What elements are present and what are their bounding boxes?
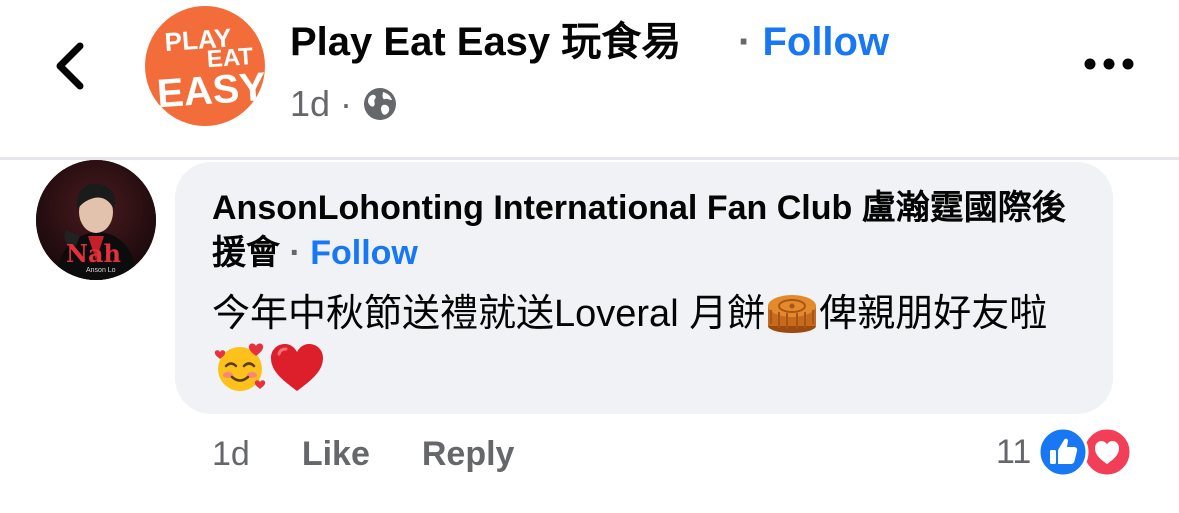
back-button[interactable] <box>50 38 94 94</box>
reply-button[interactable]: Reply <box>422 435 515 474</box>
more-horizontal-icon <box>1084 58 1134 70</box>
avatar-signature: Anson Lo <box>86 267 116 274</box>
comment-actions: 1d Like Reply <box>212 430 566 478</box>
post-time[interactable]: 1d <box>290 83 330 125</box>
comment-separator: · <box>289 234 301 272</box>
more-options-button[interactable] <box>1082 52 1136 76</box>
mooncake-icon <box>768 295 817 333</box>
like-button[interactable]: Like <box>302 435 370 474</box>
page-name[interactable]: Play Eat Easy 玩食易 <box>290 16 681 68</box>
like-reaction-icon <box>1037 426 1089 478</box>
comment-text-part1: 今年中秋節送禮就送Loveral 月餅 <box>212 293 766 335</box>
reaction-summary[interactable]: 11 <box>996 426 1133 478</box>
play-eat-easy-logo: PLAY EAT EASY <box>156 22 265 117</box>
follow-button[interactable]: Follow <box>762 20 889 64</box>
header-separator: · <box>738 20 752 64</box>
header-follow: · Follow <box>738 16 889 68</box>
avatar-nah-text: Nah <box>66 239 121 268</box>
comment-text-part2: 俾親朋好友啦 <box>819 293 1048 335</box>
smiling-face-with-hearts-icon <box>214 343 266 391</box>
comment-text: 今年中秋節送禮就送Loveral 月餅 俾親朋好友啦 <box>212 286 1092 402</box>
post-header: PLAY EAT EASY Play Eat Easy 玩食易 · Follow… <box>0 0 1179 158</box>
reaction-count: 11 <box>996 432 1032 471</box>
red-heart-icon <box>271 344 323 391</box>
commenter-avatar[interactable]: Nah Anson Lo <box>36 160 156 280</box>
comment-time[interactable]: 1d <box>212 435 250 474</box>
meta-separator: · <box>340 83 353 124</box>
commenter-follow-button[interactable]: Follow <box>310 234 418 272</box>
header-divider <box>0 157 1179 160</box>
page-avatar[interactable]: PLAY EAT EASY <box>145 6 265 126</box>
post-meta: 1d · <box>290 82 398 126</box>
logo-easy: EASY <box>156 65 265 117</box>
chevron-left-icon <box>56 42 84 90</box>
avatar-photo: Nah Anson Lo <box>36 160 156 280</box>
comment-header: AnsonLohonting International Fan Club 盧瀚… <box>212 186 1092 276</box>
comment-bubble: AnsonLohonting International Fan Club 盧瀚… <box>175 162 1113 414</box>
globe-icon <box>364 88 397 120</box>
